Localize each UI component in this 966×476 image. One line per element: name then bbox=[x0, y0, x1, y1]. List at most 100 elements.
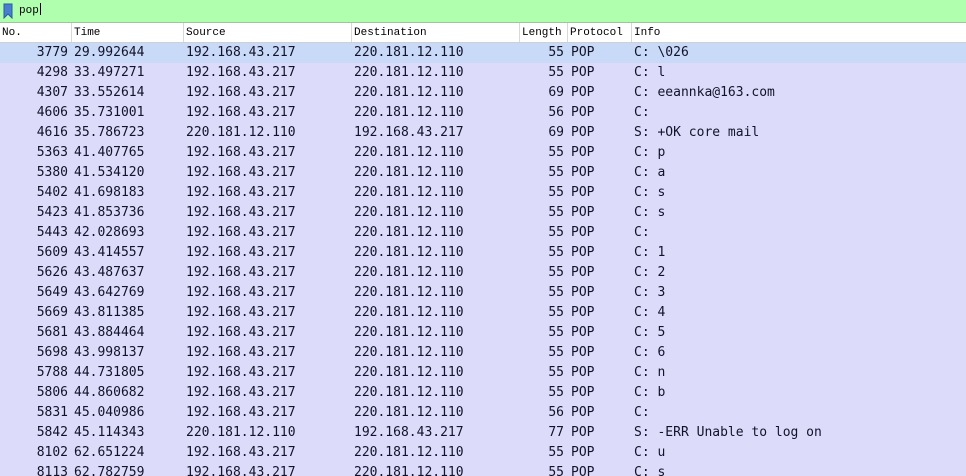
packet-row[interactable]: 5788 44.731805 192.168.43.217 220.181.12.11… bbox=[0, 363, 966, 383]
packet-info: C: u bbox=[634, 445, 666, 460]
packet-row[interactable]: 5831 45.040986 192.168.43.217 220.181.12.11… bbox=[0, 403, 966, 423]
packet-length: 55 bbox=[548, 385, 564, 400]
packet-time: 43.884464 bbox=[74, 325, 145, 340]
packet-destination: 220.181.12.110 bbox=[354, 85, 464, 100]
packet-time: 42.028693 bbox=[74, 225, 145, 240]
packet-info: C: 6 bbox=[634, 345, 666, 360]
packet-destination: 220.181.12.110 bbox=[354, 285, 464, 300]
packet-protocol: POP bbox=[571, 465, 595, 476]
packet-number: 5649 bbox=[36, 285, 68, 300]
packet-row[interactable]: 5669 43.811385 192.168.43.217 220.181.12.11… bbox=[0, 303, 966, 323]
packet-info: C: 3 bbox=[634, 285, 666, 300]
packet-row[interactable]: 5402 41.698183 192.168.43.217 220.181.12.11… bbox=[0, 183, 966, 203]
packet-protocol: POP bbox=[571, 245, 595, 260]
packet-source: 192.168.43.217 bbox=[186, 305, 296, 320]
display-filter-input[interactable]: pop bbox=[19, 2, 41, 20]
packet-destination: 220.181.12.110 bbox=[354, 205, 464, 220]
packet-row[interactable]: 5681 43.884464 192.168.43.217 220.181.12.11… bbox=[0, 323, 966, 343]
column-header-no[interactable]: No. bbox=[0, 23, 72, 42]
bookmark-icon[interactable] bbox=[2, 3, 14, 19]
packet-row[interactable]: 5443 42.028693 192.168.43.217 220.181.12.11… bbox=[0, 223, 966, 243]
packet-length: 56 bbox=[548, 405, 564, 420]
packet-row[interactable]: 5626 43.487637 192.168.43.217 220.181.12.11… bbox=[0, 263, 966, 283]
packet-source: 192.168.43.217 bbox=[186, 245, 296, 260]
packet-length: 77 bbox=[548, 425, 564, 440]
packet-number: 5380 bbox=[36, 165, 68, 180]
packet-list-header: No. Time Source Destination Length Proto… bbox=[0, 23, 966, 43]
packet-row[interactable]: 5842 45.114343 220.181.12.110 192.168.43.21… bbox=[0, 423, 966, 443]
packet-number: 5806 bbox=[36, 385, 68, 400]
packet-info: C: 1 bbox=[634, 245, 666, 260]
packet-row[interactable]: 5649 43.642769 192.168.43.217 220.181.12.11… bbox=[0, 283, 966, 303]
packet-length: 55 bbox=[548, 65, 564, 80]
packet-time: 29.992644 bbox=[74, 45, 145, 60]
packet-protocol: POP bbox=[571, 185, 595, 200]
packet-info: S: -ERR Unable to log on bbox=[634, 425, 822, 440]
column-header-time[interactable]: Time bbox=[72, 23, 184, 42]
packet-time: 41.407765 bbox=[74, 145, 145, 160]
packet-destination: 220.181.12.110 bbox=[354, 345, 464, 360]
packet-number: 4606 bbox=[36, 105, 68, 120]
packet-source: 192.168.43.217 bbox=[186, 145, 296, 160]
packet-protocol: POP bbox=[571, 205, 595, 220]
packet-length: 55 bbox=[548, 465, 564, 476]
packet-protocol: POP bbox=[571, 325, 595, 340]
packet-number: 8113 bbox=[36, 465, 68, 476]
packet-destination: 220.181.12.110 bbox=[354, 105, 464, 120]
packet-protocol: POP bbox=[571, 45, 595, 60]
packet-source: 220.181.12.110 bbox=[186, 425, 296, 440]
packet-destination: 220.181.12.110 bbox=[354, 245, 464, 260]
packet-destination: 220.181.12.110 bbox=[354, 265, 464, 280]
packet-length: 55 bbox=[548, 165, 564, 180]
packet-row[interactable]: 5363 41.407765 192.168.43.217 220.181.12.11… bbox=[0, 143, 966, 163]
packet-source: 192.168.43.217 bbox=[186, 265, 296, 280]
filter-text: pop bbox=[19, 5, 39, 17]
packet-time: 43.811385 bbox=[74, 305, 145, 320]
column-header-protocol[interactable]: Protocol bbox=[568, 23, 632, 42]
packet-info: C: s bbox=[634, 465, 666, 476]
packet-length: 55 bbox=[548, 245, 564, 260]
packet-destination: 220.181.12.110 bbox=[354, 325, 464, 340]
packet-time: 44.731805 bbox=[74, 365, 145, 380]
column-header-info[interactable]: Info bbox=[632, 23, 966, 42]
packet-info: C: a bbox=[634, 165, 666, 180]
packet-protocol: POP bbox=[571, 405, 595, 420]
packet-row[interactable]: 5423 41.853736 192.168.43.217 220.181.12.11… bbox=[0, 203, 966, 223]
packet-destination: 220.181.12.110 bbox=[354, 65, 464, 80]
packet-number: 4298 bbox=[36, 65, 68, 80]
packet-source: 192.168.43.217 bbox=[186, 85, 296, 100]
packet-row[interactable]: 5609 43.414557 192.168.43.217 220.181.12.11… bbox=[0, 243, 966, 263]
packet-length: 55 bbox=[548, 305, 564, 320]
packet-time: 33.497271 bbox=[74, 65, 145, 80]
packet-destination: 220.181.12.110 bbox=[354, 165, 464, 180]
packet-row[interactable]: 4606 35.731001 192.168.43.217 220.181.12.11… bbox=[0, 103, 966, 123]
packet-row[interactable]: 4307 33.552614 192.168.43.217 220.181.12.11… bbox=[0, 83, 966, 103]
packet-time: 41.534120 bbox=[74, 165, 145, 180]
packet-number: 5788 bbox=[36, 365, 68, 380]
packet-protocol: POP bbox=[571, 145, 595, 160]
packet-destination: 220.181.12.110 bbox=[354, 465, 464, 476]
packet-row[interactable]: 5380 41.534120 192.168.43.217 220.181.12.11… bbox=[0, 163, 966, 183]
packet-number: 5669 bbox=[36, 305, 68, 320]
packet-row[interactable]: 8113 62.782759 192.168.43.217 220.181.12.11… bbox=[0, 463, 966, 476]
packet-number: 5609 bbox=[36, 245, 68, 260]
packet-destination: 192.168.43.217 bbox=[354, 125, 464, 140]
packet-time: 43.487637 bbox=[74, 265, 145, 280]
packet-row[interactable]: 4298 33.497271 192.168.43.217 220.181.12.11… bbox=[0, 63, 966, 83]
packet-destination: 220.181.12.110 bbox=[354, 405, 464, 420]
packet-number: 4616 bbox=[36, 125, 68, 140]
packet-row[interactable]: 3779 29.992644 192.168.43.217 220.181.12.11… bbox=[0, 43, 966, 63]
column-header-source[interactable]: Source bbox=[184, 23, 352, 42]
packet-row[interactable]: 5698 43.998137 192.168.43.217 220.181.12.11… bbox=[0, 343, 966, 363]
packet-protocol: POP bbox=[571, 365, 595, 380]
column-header-destination[interactable]: Destination bbox=[352, 23, 520, 42]
packet-destination: 220.181.12.110 bbox=[354, 385, 464, 400]
packet-info: C: bbox=[634, 225, 650, 240]
packet-row[interactable]: 8102 62.651224 192.168.43.217 220.181.12.11… bbox=[0, 443, 966, 463]
column-header-length[interactable]: Length bbox=[520, 23, 568, 42]
packet-destination: 220.181.12.110 bbox=[354, 305, 464, 320]
packet-protocol: POP bbox=[571, 285, 595, 300]
packet-row[interactable]: 4616 35.786723 220.181.12.110 192.168.43.21… bbox=[0, 123, 966, 143]
display-filter-bar[interactable]: pop bbox=[0, 0, 966, 23]
packet-row[interactable]: 5806 44.860682 192.168.43.217 220.181.12.11… bbox=[0, 383, 966, 403]
